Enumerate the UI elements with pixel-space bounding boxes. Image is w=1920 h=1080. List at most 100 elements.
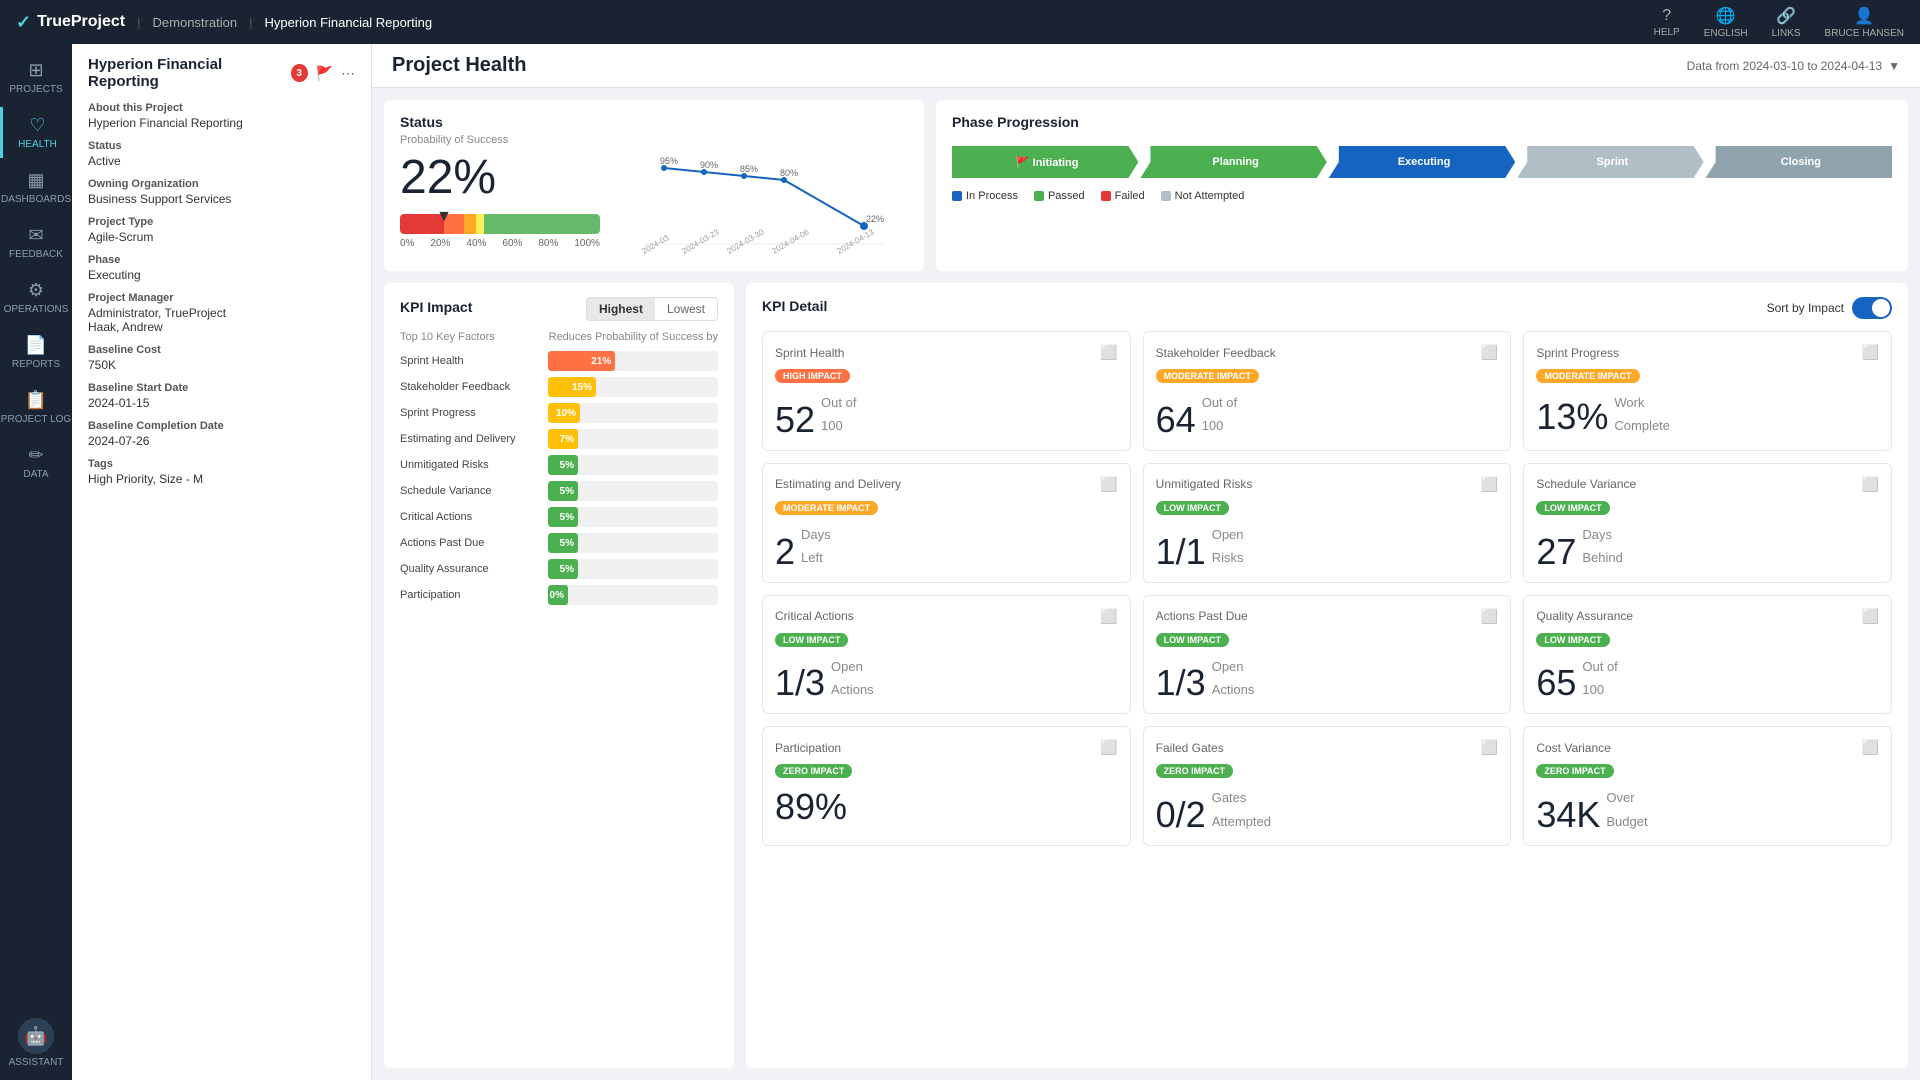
kpi-bar-pct: 10% xyxy=(556,408,576,419)
sidebar-item-projects[interactable]: ⊞ PROJECTS xyxy=(0,52,72,103)
status-value: Active xyxy=(88,154,355,168)
kpi-card: Cost Variance ⬜ ZERO IMPACT 34K OverBudg… xyxy=(1523,726,1892,846)
kpi-bar-row: Quality Assurance 5% xyxy=(400,559,718,579)
about-value: Hyperion Financial Reporting xyxy=(88,116,355,130)
phase-section: Phase Executing xyxy=(88,254,355,282)
project-log-icon: 📋 xyxy=(25,390,47,411)
sidebar-item-operations[interactable]: ⚙ OPERATIONS xyxy=(0,272,72,323)
top-nav: ✓ TrueProject | Demonstration | Hyperion… xyxy=(0,0,1920,44)
progress-bar: ▼ xyxy=(400,214,600,234)
kpi-value-row: 34K OverBudget xyxy=(1536,786,1879,833)
kpi-value: 52 xyxy=(775,402,815,438)
kpi-bar-pct: 5% xyxy=(560,538,574,549)
kpi-card-expand-icon[interactable]: ⬜ xyxy=(1481,476,1498,493)
kpi-value: 2 xyxy=(775,534,795,570)
kpi-card-expand-icon[interactable]: ⬜ xyxy=(1481,344,1498,361)
bar-labels: 0% 20% 40% 60% 80% 100% xyxy=(400,238,600,249)
status-section: Status Active xyxy=(88,140,355,168)
legend-passed-dot xyxy=(1034,191,1044,201)
logo-text: TrueProject xyxy=(37,13,125,31)
dashboards-icon: ▦ xyxy=(27,170,44,191)
tags-value: High Priority, Size - M xyxy=(88,472,355,486)
sidebar-item-reports[interactable]: 📄 REPORTS xyxy=(0,327,72,378)
sidebar-item-health[interactable]: ♡ HEALTH xyxy=(0,107,72,158)
sort-toggle-switch[interactable] xyxy=(1852,297,1892,319)
sidebar-item-feedback[interactable]: ✉ FEEDBACK xyxy=(0,217,72,268)
kpi-card-expand-icon[interactable]: ⬜ xyxy=(1481,608,1498,625)
help-icon: ? xyxy=(1662,7,1671,25)
kpi-card: Sprint Health ⬜ HIGH IMPACT 52 Out of100 xyxy=(762,331,1131,451)
kpi-bar-label: Actions Past Due xyxy=(400,537,540,549)
kpi-suffix-container: Out of100 xyxy=(821,391,856,438)
kpi-bar-fill: 5% xyxy=(548,507,578,527)
kpi-bar-fill: 0% xyxy=(548,585,568,605)
svg-text:2024-04-06: 2024-04-06 xyxy=(771,227,811,254)
type-value: Agile-Scrum xyxy=(88,230,355,244)
kpi-bar-wrap: 15% xyxy=(548,377,718,397)
kpi-card-title: Sprint Health ⬜ xyxy=(775,344,1118,361)
status-row: Status Probability of Success 22% xyxy=(384,100,1908,271)
impact-badge: HIGH IMPACT xyxy=(775,369,850,383)
start-label: Baseline Start Date xyxy=(88,382,355,394)
kpi-bar-fill: 5% xyxy=(548,559,578,579)
logo-checkmark: ✓ xyxy=(16,12,31,33)
kpi-card-expand-icon[interactable]: ⬜ xyxy=(1862,608,1879,625)
operations-icon: ⚙ xyxy=(28,280,44,301)
kpi-value: 0/2 xyxy=(1156,797,1206,833)
sidebar-assistant[interactable]: 🤖 ASSISTANT xyxy=(9,1018,64,1068)
kpi-value: 1/1 xyxy=(1156,534,1206,570)
kpi-card-expand-icon[interactable]: ⬜ xyxy=(1100,344,1117,361)
kpi-card-expand-icon[interactable]: ⬜ xyxy=(1100,739,1117,756)
logo[interactable]: ✓ TrueProject xyxy=(16,12,125,33)
help-nav-item[interactable]: ? HELP xyxy=(1654,7,1680,38)
kpi-card-expand-icon[interactable]: ⬜ xyxy=(1100,476,1117,493)
notification-badge: 3 xyxy=(291,64,308,82)
sort-toggle: Sort by Impact xyxy=(1767,297,1892,319)
kpi-bar-row: Critical Actions 5% xyxy=(400,507,718,527)
project-flag-icon[interactable]: 🚩 xyxy=(316,65,333,82)
links-nav-item[interactable]: 🔗 LINKS xyxy=(1772,6,1801,39)
filter-icon[interactable]: ▼ xyxy=(1888,59,1900,73)
sidebar-item-data[interactable]: ✏ DATA xyxy=(0,437,72,488)
impact-badge: ZERO IMPACT xyxy=(775,764,852,778)
kpi-card: Unmitigated Risks ⬜ LOW IMPACT 1/1 OpenR… xyxy=(1143,463,1512,583)
kpi-bar-label: Participation xyxy=(400,589,540,601)
kpi-suffix-container: DaysLeft xyxy=(801,523,831,570)
kpi-card-title: Schedule Variance ⬜ xyxy=(1536,476,1879,493)
kpi-card-expand-icon[interactable]: ⬜ xyxy=(1481,739,1498,756)
kpi-card-expand-icon[interactable]: ⬜ xyxy=(1862,739,1879,756)
kpi-value-row: 1/3 OpenActions xyxy=(775,655,1118,702)
probability-percent: 22% xyxy=(400,154,600,202)
svg-text:95%: 95% xyxy=(660,156,678,166)
kpi-suffix-container: GatesAttempted xyxy=(1212,786,1271,833)
kpi-value: 1/3 xyxy=(1156,665,1206,701)
language-nav-item[interactable]: 🌐 ENGLISH xyxy=(1704,6,1748,39)
kpi-lowest-btn[interactable]: Lowest xyxy=(655,298,717,320)
impact-badge: LOW IMPACT xyxy=(1536,633,1609,647)
kpi-detail-card: KPI Detail Sort by Impact Sprint Health … xyxy=(746,283,1908,1068)
svg-text:22%: 22% xyxy=(866,214,884,224)
svg-text:2024-03-23: 2024-03-23 xyxy=(681,227,721,254)
kpi-card-title: Quality Assurance ⬜ xyxy=(1536,608,1879,625)
kpi-card-expand-icon[interactable]: ⬜ xyxy=(1862,344,1879,361)
cost-value: 750K xyxy=(88,358,355,372)
sidebar-item-dashboards[interactable]: ▦ DASHBOARDS xyxy=(0,162,72,213)
user-nav-item[interactable]: 👤 BRUCE HANSEN xyxy=(1825,6,1904,39)
kpi-bar-wrap: 5% xyxy=(548,455,718,475)
probability-left: 22% ▼ xyxy=(400,154,600,249)
legend-passed: Passed xyxy=(1034,190,1085,202)
kpi-card-expand-icon[interactable]: ⬜ xyxy=(1100,608,1117,625)
kpi-card: Failed Gates ⬜ ZERO IMPACT 0/2 GatesAtte… xyxy=(1143,726,1512,846)
links-icon: 🔗 xyxy=(1776,6,1796,26)
main-content: Hyperion Financial Reporting 3 🚩 ⋯ About… xyxy=(72,44,1920,1080)
kpi-highest-btn[interactable]: Highest xyxy=(587,298,655,320)
kpi-card-expand-icon[interactable]: ⬜ xyxy=(1862,476,1879,493)
kpi-card-title: Actions Past Due ⬜ xyxy=(1156,608,1499,625)
kpi-toggle-group: Highest Lowest xyxy=(586,297,718,321)
kpi-grid: Sprint Health ⬜ HIGH IMPACT 52 Out of100… xyxy=(762,331,1892,846)
sidebar-item-project-log[interactable]: 📋 PROJECT LOG xyxy=(0,382,72,433)
impact-badge: LOW IMPACT xyxy=(1156,501,1229,515)
kpi-bars-container: Sprint Health 21% Stakeholder Feedback 1… xyxy=(400,351,718,605)
project-menu-icon[interactable]: ⋯ xyxy=(341,65,355,82)
page-title: Project Health xyxy=(392,54,526,77)
